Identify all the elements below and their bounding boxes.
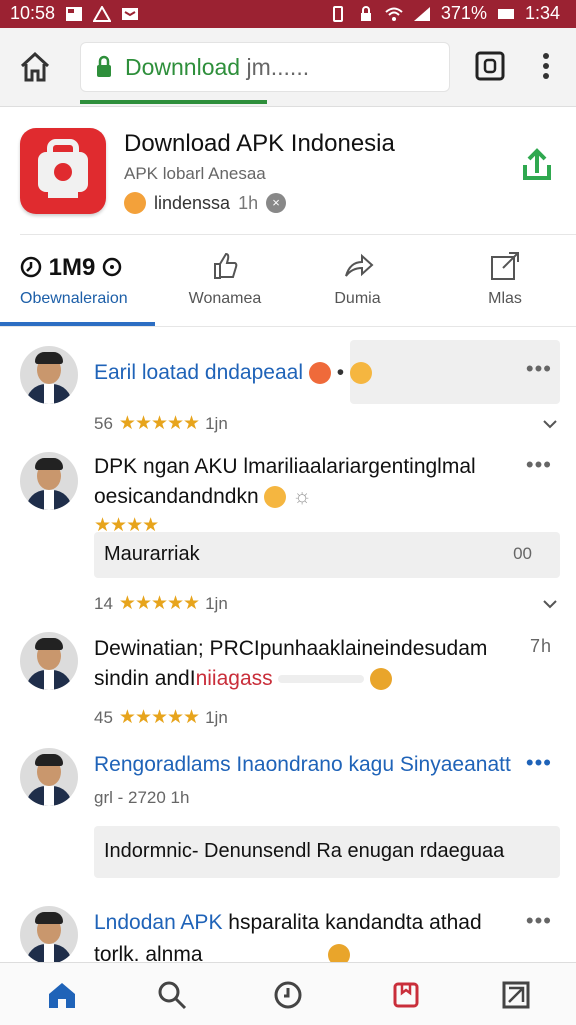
- nav-bookmark-icon[interactable]: [390, 979, 422, 1011]
- rating-stars: ★★★★★: [118, 413, 200, 434]
- comment-more-icon[interactable]: •••: [526, 750, 552, 776]
- comment-time: 7h: [529, 636, 552, 656]
- browser-toolbar: Downnload jm......: [0, 28, 576, 107]
- url-bar[interactable]: Downnload jm......: [80, 42, 450, 92]
- emoji-icon: [264, 486, 287, 509]
- comment-meta: 56 ★★★★★ 1jn: [94, 413, 228, 434]
- avatar[interactable]: [20, 748, 78, 806]
- time-icon: [102, 257, 122, 277]
- signal-icon: [413, 6, 430, 21]
- divider: [20, 234, 576, 235]
- comment-meta: grl - 2720 1h: [94, 788, 190, 807]
- comment-meta: 14 ★★★★★ 1jn: [94, 593, 228, 614]
- avatar[interactable]: [20, 452, 78, 510]
- action-share[interactable]: Dumia: [300, 236, 415, 328]
- reply-box[interactable]: Maurarriak 00: [94, 532, 560, 578]
- status-time: 1:34: [524, 3, 560, 23]
- lock-icon: [97, 55, 111, 77]
- divider: [0, 326, 576, 327]
- status-bar: 10:58 371% 1:34: [0, 0, 576, 28]
- nav-history-icon[interactable]: [272, 979, 304, 1011]
- comment-text-line1: Lndodan APK hsparalita kandandta athad: [94, 911, 482, 934]
- clock-icon: [20, 256, 42, 278]
- nav-edit-icon[interactable]: [500, 979, 532, 1011]
- comment-text-line1: DPK ngan AKU lmariliaalariargentinglmal: [94, 455, 476, 478]
- vibrate-icon: [332, 5, 343, 22]
- app-logo-icon: [38, 139, 88, 198]
- emoji-icon: [124, 192, 146, 214]
- green-share-icon[interactable]: [520, 148, 554, 182]
- overview-count: 1M9: [20, 254, 122, 282]
- action-row: 1M9 Obewnaleraion Wonamea Dumia Mlas: [0, 236, 576, 328]
- action-like[interactable]: Wonamea: [165, 236, 285, 328]
- overflow-menu-icon[interactable]: [536, 50, 556, 82]
- app-title: Download APK Indonesia: [124, 130, 395, 157]
- reply-count: 00: [513, 544, 532, 563]
- bottom-navigation: [0, 962, 576, 1025]
- action-save-label: Mlas: [488, 290, 522, 307]
- rating-stars: ★★★★★: [118, 707, 200, 728]
- tab-overview-label: Obewnaleraion: [20, 290, 128, 307]
- app-meta-text: lindenssa: [154, 192, 231, 213]
- warning-icon: [93, 5, 112, 22]
- app-meta: lindenssa 1h ×: [124, 192, 287, 214]
- app-meta-time: 1h: [238, 192, 259, 213]
- action-share-label: Dumia: [334, 290, 381, 307]
- comment-meta: 45 ★★★★★ 1jn: [94, 707, 228, 728]
- avatar[interactable]: [20, 346, 78, 404]
- app-subtitle: APK lobarl Anesaa: [124, 164, 266, 183]
- url-text: Downnload jm......: [125, 54, 310, 80]
- comment-text-line2: oesicandandndkn ☼: [94, 485, 312, 509]
- comment-text-line1: Dewinatian; PRCIpunhaaklaineindesudam: [94, 637, 488, 660]
- emoji-icon: [349, 362, 372, 385]
- comment-text-line2: sindin andIniiagass: [94, 664, 393, 694]
- comment-text: Earil loatad dndapeaal •: [94, 358, 372, 388]
- thumb-icon: [214, 252, 238, 279]
- app-logo[interactable]: [20, 128, 106, 214]
- action-save[interactable]: Mlas: [440, 236, 570, 328]
- battery-percent: 371%: [440, 3, 487, 23]
- chevron-down-icon[interactable]: [542, 596, 558, 612]
- comment-more-icon[interactable]: •••: [526, 356, 552, 382]
- lock-status-icon: [360, 5, 371, 21]
- edit-box-icon: [491, 252, 519, 280]
- comment-more-icon[interactable]: •••: [526, 452, 552, 478]
- message-icon: [122, 7, 139, 20]
- page-load-progress: [80, 100, 267, 104]
- comment-text-line1: Rengoradlams Inaondrano kagu Sinyaeanatt: [94, 753, 511, 776]
- battery-icon: [497, 8, 514, 19]
- avatar[interactable]: [20, 906, 78, 964]
- avatar[interactable]: [20, 632, 78, 690]
- nav-search-icon[interactable]: [156, 979, 188, 1011]
- news-icon: [66, 6, 83, 21]
- emoji-icon: [370, 668, 393, 691]
- rating-stars: ★★★★★: [118, 593, 200, 614]
- tabs-icon[interactable]: [474, 50, 506, 82]
- comment-more-icon[interactable]: •••: [526, 908, 552, 934]
- reply-text: Maurarriak: [104, 543, 200, 565]
- share-arrow-icon: [344, 253, 373, 277]
- close-badge-icon[interactable]: ×: [266, 193, 287, 213]
- reply-box[interactable]: Indormnic- Denunsendl Ra enugan rdaeguaa: [94, 826, 560, 878]
- tab-overview[interactable]: 1M9 Obewnaleraion: [0, 236, 155, 328]
- emoji-icon: [308, 362, 331, 385]
- home-icon[interactable]: [18, 50, 52, 84]
- status-left-time: 10:58: [10, 3, 56, 23]
- wifi-icon: [385, 7, 403, 21]
- action-like-label: Wonamea: [188, 290, 262, 307]
- nav-home-icon[interactable]: [46, 979, 78, 1011]
- reply-text: Indormnic- Denunsendl Ra enugan rdaeguaa: [104, 840, 505, 862]
- chevron-down-icon[interactable]: [542, 416, 558, 432]
